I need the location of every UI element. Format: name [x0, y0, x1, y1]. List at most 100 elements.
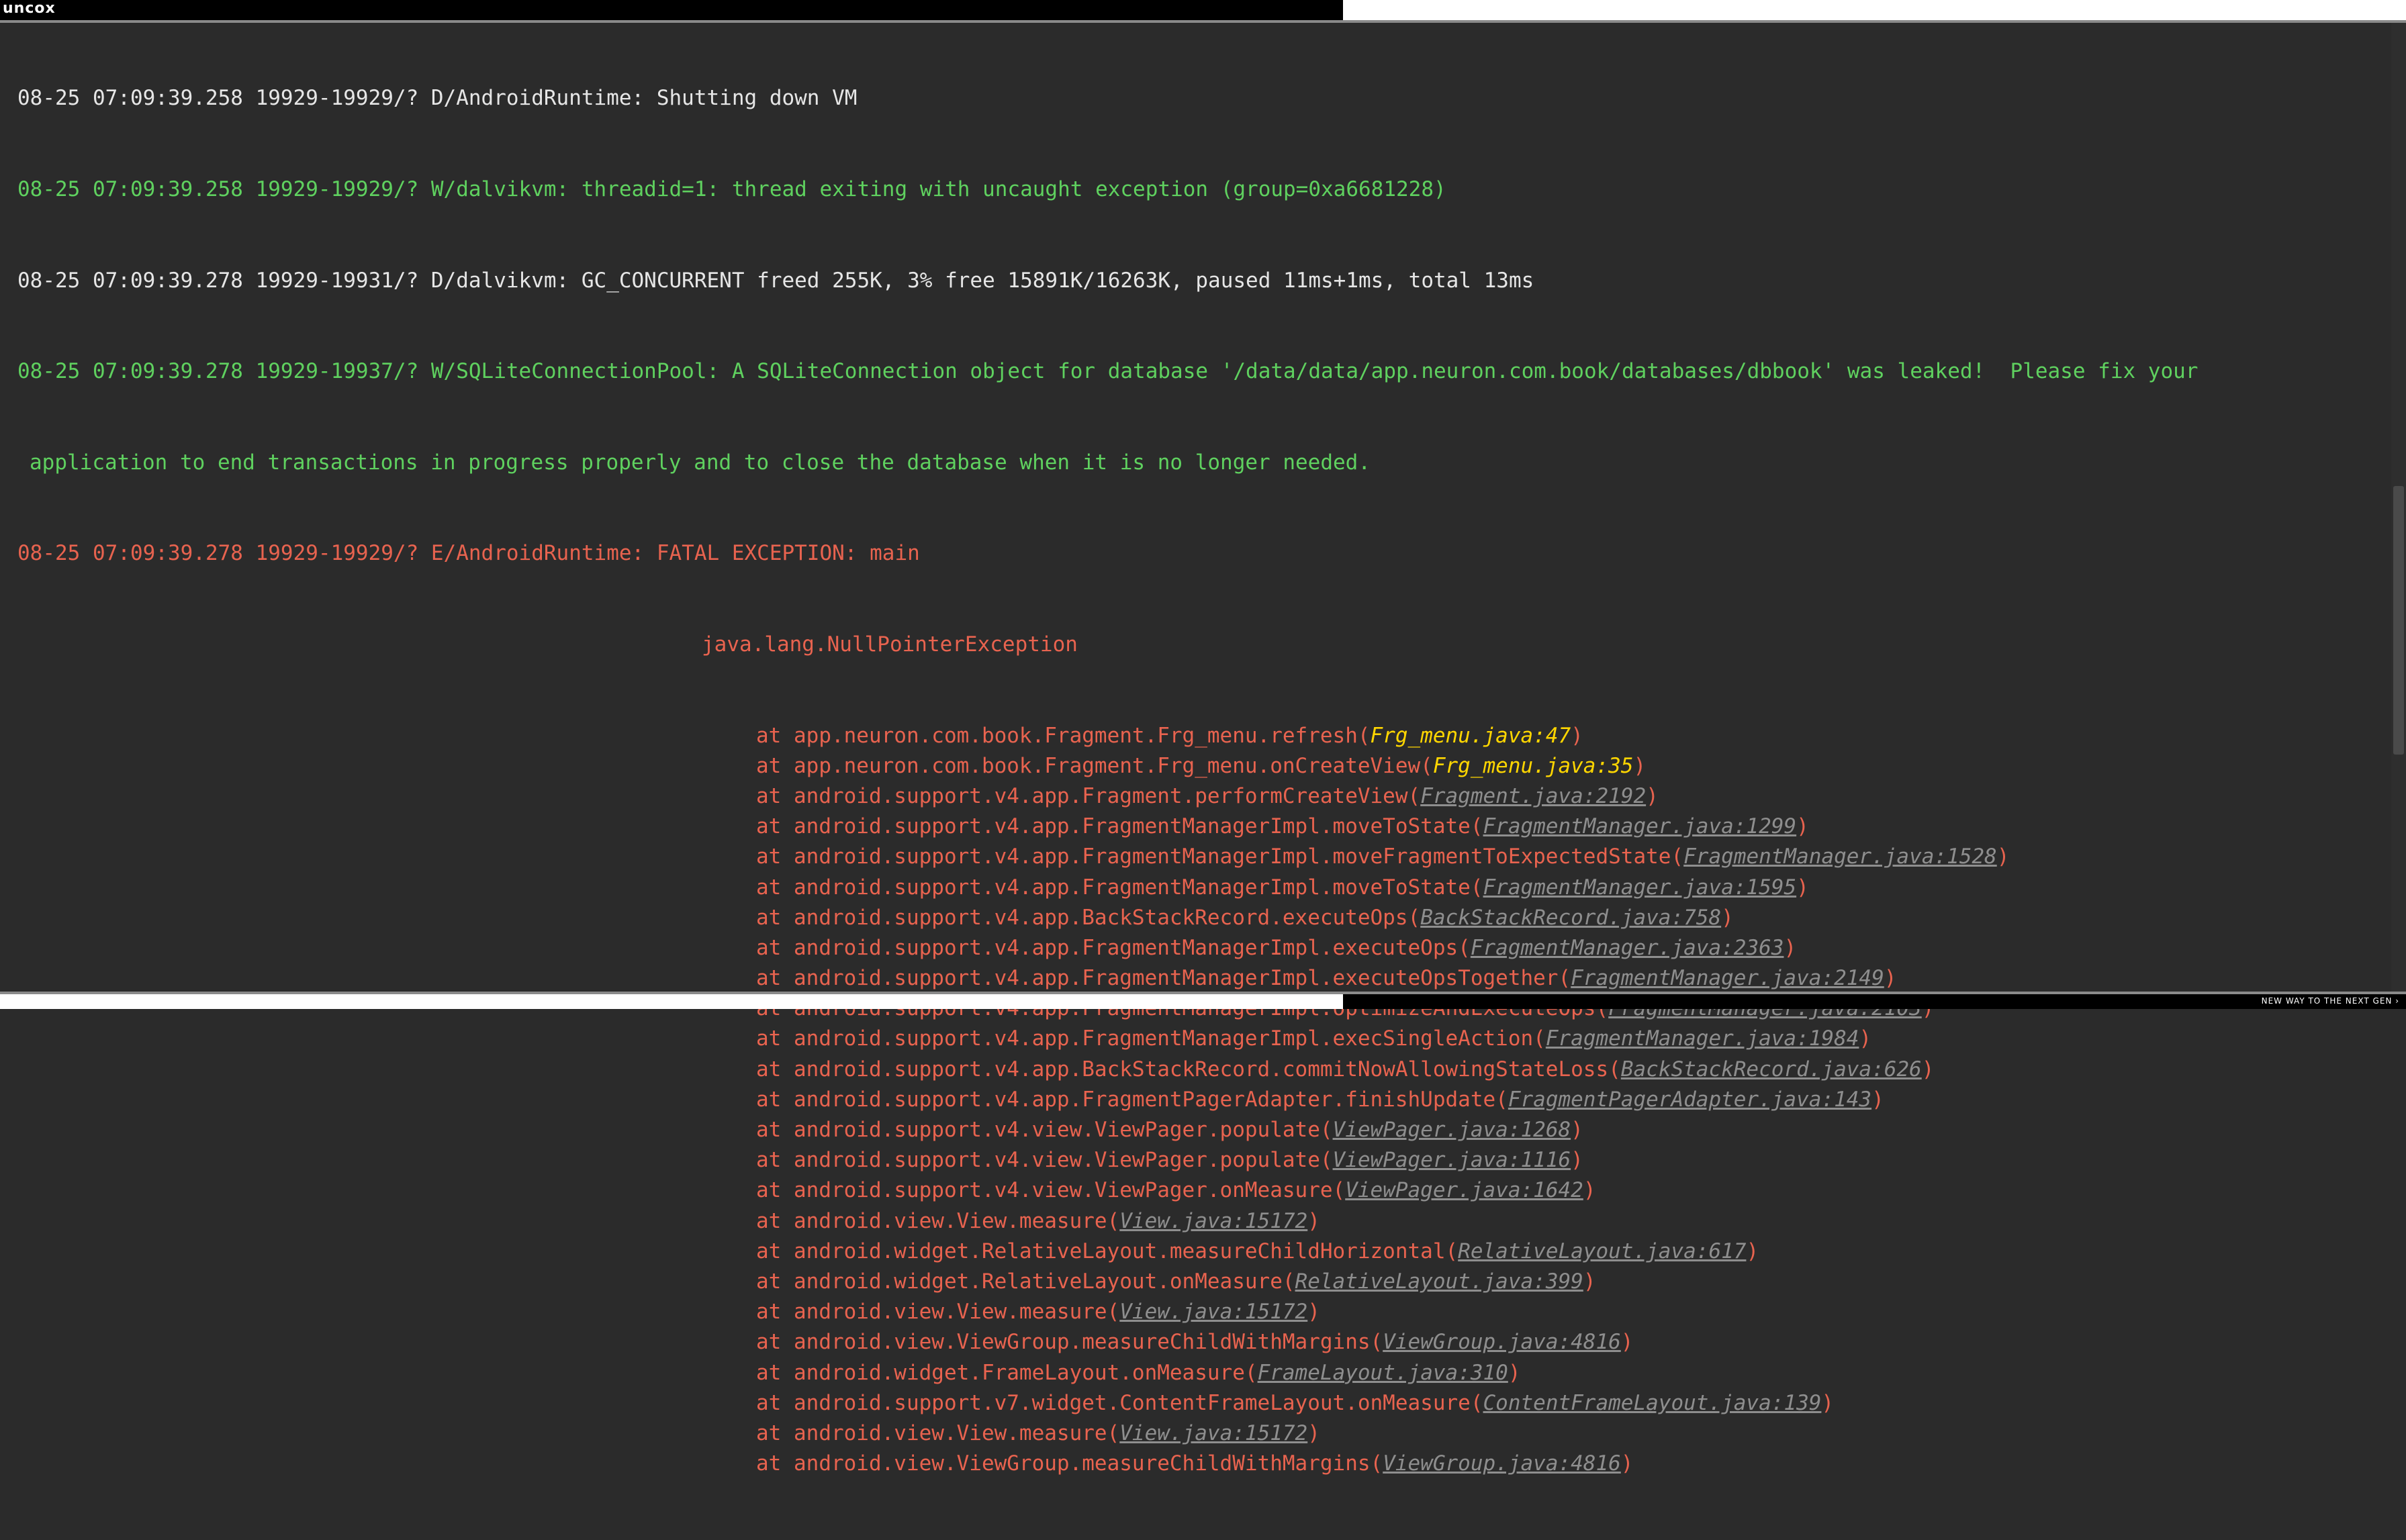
stack-frame-method: at android.widget.FrameLayout.onMeasure [756, 1360, 1245, 1385]
stack-frame-method: at android.support.v4.app.BackStackRecor… [756, 905, 1408, 930]
stack-frame: at android.widget.RelativeLayout.onMeasu… [17, 1267, 2198, 1297]
stack-frame-method: at android.view.View.measure [756, 1421, 1107, 1445]
stack-frame-method: at android.support.v7.widget.ContentFram… [756, 1390, 1471, 1415]
stack-frame: at android.support.v4.app.Fragment.perfo… [17, 781, 2198, 812]
stack-frame-method: at android.support.v4.view.ViewPager.onM… [756, 1178, 1333, 1203]
source-link[interactable]: FragmentManager.java:1528 [1683, 845, 1997, 869]
stack-frame: at app.neuron.com.book.Fragment.Frg_menu… [17, 751, 2198, 781]
source-link[interactable]: FragmentManager.java:1299 [1483, 814, 1797, 838]
source-link[interactable]: Frg_menu.java:47 [1371, 724, 1571, 748]
source-link[interactable]: RelativeLayout.java:617 [1458, 1239, 1746, 1263]
close-paren: ) [1307, 1208, 1320, 1233]
stack-frame-method: at android.support.v4.app.FragmentManage… [756, 814, 1471, 839]
stack-frame: at android.support.v4.view.ViewPager.pop… [17, 1115, 2198, 1145]
stack-frame-method: at android.view.ViewGroup.measureChildWi… [756, 1330, 1371, 1355]
open-paren: ( [1420, 753, 1433, 778]
source-link[interactable]: ViewPager.java:1116 [1333, 1148, 1571, 1172]
stack-frame: at android.support.v4.app.FragmentManage… [17, 1024, 2198, 1054]
stack-frame: at android.widget.RelativeLayout.measure… [17, 1237, 2198, 1267]
log-line-thread-exit: 08-25 07:09:39.258 19929-19929/? W/dalvi… [17, 177, 1446, 201]
stack-frame-method: at android.widget.RelativeLayout.measure… [756, 1239, 1446, 1263]
source-link[interactable]: RelativeLayout.java:399 [1295, 1269, 1583, 1294]
close-paren: ) [1921, 1057, 1935, 1081]
source-link[interactable]: ViewPager.java:1268 [1333, 1118, 1571, 1142]
close-paren: ) [1871, 1087, 1884, 1112]
stack-frame: at android.view.ViewGroup.measureChildWi… [17, 1327, 2198, 1357]
stack-frame-method: at android.support.v4.app.FragmentManage… [756, 966, 1559, 991]
close-paren: ) [1784, 935, 1797, 960]
stack-frame: at android.support.v4.app.FragmentManage… [17, 812, 2198, 842]
open-paren: ( [1445, 1239, 1459, 1263]
footer-tagline: NEW WAY TO THE NEXT GEN › [2261, 996, 2399, 1006]
source-link[interactable]: FragmentManager.java:1984 [1546, 1026, 1859, 1051]
source-link[interactable]: View.java:15172 [1119, 1209, 1307, 1233]
stack-frame: at android.support.v4.app.FragmentManage… [17, 933, 2198, 963]
stack-frame: at android.view.View.measure(View.java:1… [17, 1206, 2198, 1237]
source-link[interactable]: BackStackRecord.java:626 [1621, 1057, 1922, 1081]
scrollbar-thumb[interactable] [2393, 486, 2404, 755]
stack-frame-method: at android.support.v4.app.BackStackRecor… [756, 1057, 1609, 1081]
stack-frame-method: at android.support.v4.app.FragmentManage… [756, 1026, 1534, 1051]
open-paren: ( [1608, 1057, 1621, 1081]
source-link[interactable]: FragmentManager.java:2363 [1471, 936, 1784, 960]
stack-frame-method: at android.support.v4.app.FragmentPagerA… [756, 1087, 1496, 1112]
stack-frame-method: at android.support.v4.app.FragmentManage… [756, 935, 1459, 960]
log-line-gc-concurrent: 08-25 07:09:39.278 19929-19931/? D/dalvi… [17, 268, 1534, 293]
stack-frame-method: at android.view.View.measure [756, 1208, 1107, 1233]
vertical-scrollbar[interactable] [2391, 23, 2406, 992]
source-link[interactable]: View.java:15172 [1119, 1300, 1307, 1324]
stack-frame: at android.widget.FrameLayout.onMeasure(… [17, 1358, 2198, 1388]
bottom-bar-dark-segment [1343, 994, 2406, 1009]
close-paren: ) [1633, 753, 1647, 778]
close-paren: ) [1620, 1451, 1634, 1476]
close-paren: ) [1620, 1330, 1634, 1355]
source-link[interactable]: FragmentPagerAdapter.java:143 [1508, 1088, 1871, 1112]
close-paren: ) [1571, 1148, 1583, 1173]
open-paren: ( [1370, 1451, 1383, 1476]
source-link[interactable]: BackStackRecord.java:758 [1420, 906, 1721, 930]
stack-frame: at android.support.v4.view.ViewPager.onM… [17, 1175, 2198, 1206]
close-paren: ) [1508, 1360, 1521, 1385]
stack-frame: at android.support.v4.app.FragmentManage… [17, 963, 2198, 994]
source-link[interactable]: FragmentManager.java:2149 [1571, 966, 1884, 990]
stack-frame-method: at app.neuron.com.book.Fragment.Frg_menu… [756, 753, 1421, 778]
stack-frame-method: at android.support.v4.app.Fragment.perfo… [756, 783, 1408, 808]
close-paren: ) [1307, 1421, 1320, 1445]
source-link[interactable]: ContentFrameLayout.java:139 [1483, 1391, 1822, 1415]
log-line-null-pointer-exception: java.lang.NullPointerException [702, 632, 1078, 657]
close-paren: ) [1796, 814, 1809, 839]
open-paren: ( [1107, 1208, 1120, 1233]
open-paren: ( [1244, 1360, 1258, 1385]
source-link[interactable]: ViewGroup.java:4816 [1383, 1451, 1621, 1476]
source-link[interactable]: FragmentManager.java:1595 [1483, 875, 1797, 900]
stack-frame-method: at android.widget.RelativeLayout.onMeasu… [756, 1269, 1283, 1294]
close-paren: ) [1307, 1300, 1320, 1325]
close-paren: ) [1583, 1178, 1596, 1203]
stack-frame-method: at android.view.View.measure [756, 1300, 1107, 1325]
close-paren: ) [1859, 1026, 1872, 1051]
close-paren: ) [1796, 875, 1809, 900]
open-paren: ( [1320, 1118, 1333, 1142]
bottom-bar [0, 994, 1343, 1009]
logcat-console[interactable]: 08-25 07:09:39.258 19929-19929/? D/Andro… [0, 23, 2406, 1476]
source-link[interactable]: Frg_menu.java:35 [1433, 754, 1634, 778]
source-link[interactable]: ViewGroup.java:4816 [1383, 1330, 1621, 1354]
stack-frame: at android.support.v4.app.BackStackRecor… [17, 1055, 2198, 1085]
open-paren: ( [1107, 1300, 1120, 1325]
close-paren: ) [1571, 1118, 1583, 1142]
stack-frame-method: at app.neuron.com.book.Fragment.Frg_menu… [756, 723, 1358, 748]
source-link[interactable]: ViewPager.java:1642 [1345, 1178, 1583, 1202]
log-output: 08-25 07:09:39.258 19929-19929/? D/Andro… [17, 23, 2198, 1540]
open-paren: ( [1107, 1421, 1120, 1445]
open-paren: ( [1407, 783, 1421, 808]
source-link[interactable]: Fragment.java:2192 [1420, 784, 1646, 808]
open-paren: ( [1357, 723, 1371, 748]
open-paren: ( [1470, 875, 1483, 900]
open-paren: ( [1320, 1148, 1333, 1173]
open-paren: ( [1407, 905, 1421, 930]
stack-trace: at app.neuron.com.book.Fragment.Frg_menu… [17, 721, 2198, 1480]
stack-frame: at android.view.View.measure(View.java:1… [17, 1297, 2198, 1327]
source-link[interactable]: FrameLayout.java:310 [1258, 1361, 1508, 1385]
stack-frame-method: at android.support.v4.app.FragmentManage… [756, 875, 1471, 900]
source-link[interactable]: View.java:15172 [1119, 1421, 1307, 1445]
